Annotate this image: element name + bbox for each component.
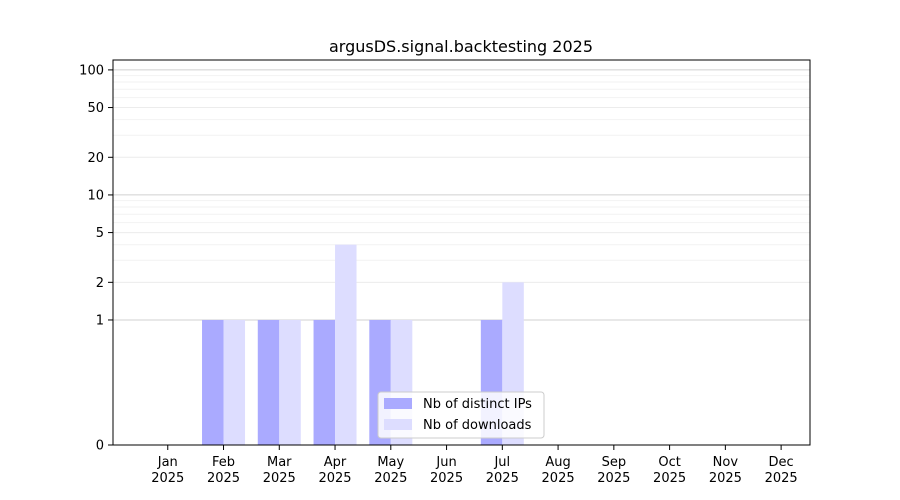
chart-title: argusDS.signal.backtesting 2025 [329, 37, 593, 56]
bar-distinct-ips [257, 319, 280, 445]
legend-swatch [384, 398, 412, 409]
chart: argusDS.signal.backtesting 2025 0 1 2 5 10 20… [0, 0, 900, 500]
y-tick-label: 0 [96, 439, 104, 454]
y-tick-label: 1 [96, 313, 104, 328]
bar-downloads [279, 319, 301, 445]
x-tick-label: Mar 2025 [263, 455, 296, 486]
legend: Nb of distinct IPs Nb of downloads [377, 391, 545, 439]
bar-distinct-ips [202, 319, 224, 445]
grid-lines [113, 69, 810, 321]
y-tick-label: 10 [87, 188, 104, 203]
y-tick-label: 100 [79, 63, 104, 78]
y-tick-label: 20 [87, 151, 104, 166]
bar-downloads [335, 244, 357, 445]
x-tick-label: May 2025 [374, 455, 407, 486]
y-tick-label: 2 [96, 276, 104, 291]
legend-label: Nb of distinct IPs [423, 397, 532, 412]
x-tick-label: Aug 2025 [542, 455, 575, 486]
y-tick-label: 5 [96, 226, 104, 241]
x-tick-label: Dec 2025 [765, 455, 798, 486]
bar-downloads [223, 319, 246, 445]
legend-swatch [384, 419, 412, 430]
bar-distinct-ips [313, 319, 336, 445]
legend-label: Nb of downloads [423, 418, 532, 433]
x-tick-label: Sep 2025 [597, 455, 630, 486]
y-tick-label: 50 [87, 101, 104, 116]
x-tick-label: Nov 2025 [709, 455, 742, 486]
